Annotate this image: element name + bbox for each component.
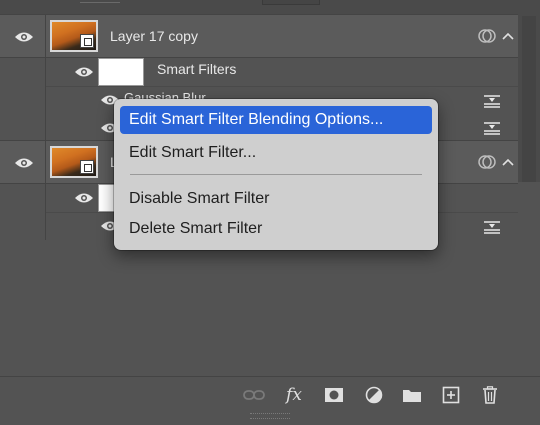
layers-bottom-toolbar: fx [0, 376, 540, 411]
layer-left-column [0, 58, 46, 86]
layer-left-column [0, 141, 46, 183]
smart-object-link-icon [477, 28, 497, 44]
panel-tab-edge [262, 0, 320, 5]
trash-icon[interactable] [479, 385, 501, 405]
adjustment-layer-icon[interactable] [363, 385, 385, 405]
menu-item-edit-smart-filter[interactable]: Edit Smart Filter... [120, 139, 432, 167]
layer-thumbnail[interactable] [50, 20, 98, 52]
row-divider [46, 86, 518, 87]
collapse-chevron-up-icon[interactable] [502, 30, 518, 42]
smart-filters-row[interactable]: Smart Filters [0, 58, 518, 86]
layer-left-column [0, 15, 46, 57]
fx-icon[interactable]: fx [283, 385, 305, 405]
link-layers-icon[interactable] [243, 385, 265, 405]
layer-left-column [0, 114, 46, 142]
new-layer-icon[interactable] [440, 385, 462, 405]
layer-left-column [0, 212, 46, 240]
fx-label: fx [286, 385, 302, 405]
layer-mask-icon[interactable] [323, 385, 345, 405]
layer-thumbnail[interactable] [50, 146, 98, 178]
visibility-eye-icon[interactable] [74, 192, 94, 204]
layer-row-layer-17-copy[interactable]: Layer 17 copy [0, 14, 518, 58]
context-menu: Edit Smart Filter Blending Options... Ed… [114, 99, 438, 250]
menu-item-disable-smart-filter[interactable]: Disable Smart Filter [120, 185, 432, 213]
smart-object-badge-icon [80, 160, 94, 174]
menu-separator [130, 174, 422, 175]
smart-filter-mask-thumbnail[interactable] [98, 58, 144, 86]
layer-name[interactable]: Layer 17 copy [110, 28, 198, 44]
layer-left-column [0, 86, 46, 114]
smart-object-badge-icon [80, 34, 94, 48]
panel-resize-grip[interactable] [250, 413, 290, 419]
group-folder-icon[interactable] [401, 385, 423, 405]
smart-object-link-icon [477, 154, 497, 170]
layer-left-column [0, 184, 46, 212]
filter-blending-options-icon[interactable] [483, 94, 501, 108]
visibility-eye-icon[interactable] [74, 66, 94, 78]
previous-row-edge [80, 0, 120, 3]
scrollbar-thumb[interactable] [522, 16, 536, 182]
layers-panel: Layer 17 copy Smart Filters Gaussian Blu… [0, 0, 540, 425]
menu-item-edit-smart-filter-blending-options[interactable]: Edit Smart Filter Blending Options... [120, 106, 432, 134]
filter-blending-options-icon[interactable] [483, 121, 501, 135]
panel-top-strip [0, 0, 540, 14]
smart-filters-label: Smart Filters [157, 61, 237, 77]
panel-scrollbar[interactable] [518, 14, 540, 182]
filter-blending-options-icon[interactable] [483, 220, 501, 234]
menu-item-delete-smart-filter[interactable]: Delete Smart Filter [120, 215, 432, 243]
collapse-chevron-up-icon[interactable] [502, 156, 518, 168]
